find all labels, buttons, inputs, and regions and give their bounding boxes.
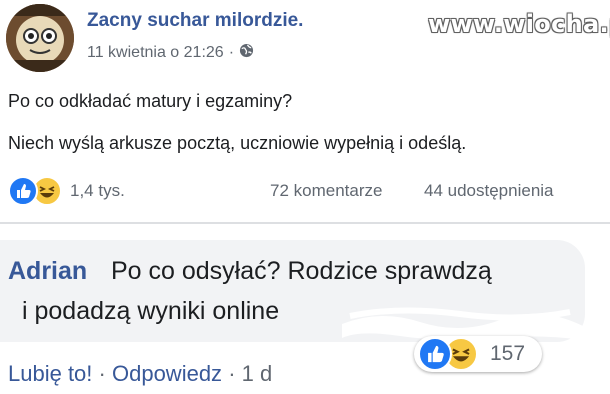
comments-count-link[interactable]: 72 komentarze: [270, 181, 382, 201]
post-meta: 11 kwietnia o 21:26 ·: [87, 43, 254, 63]
comment-age[interactable]: 1 d: [242, 361, 273, 386]
post-reactions[interactable]: 1,4 tys.: [8, 176, 125, 206]
comment-text-line-1: Po co odsyłać? Rodzice sprawdzą: [111, 257, 492, 285]
comment-reactions-count: 157: [490, 342, 526, 365]
comment-author-link[interactable]: Adrian: [8, 257, 87, 286]
post-timestamp[interactable]: 11 kwietnia o 21:26: [87, 44, 224, 62]
watermark: www.wiocha.pl: [428, 10, 610, 38]
comment-reactions[interactable]: 157: [414, 336, 542, 372]
comment-like-button[interactable]: Lubię to!: [8, 361, 92, 386]
post-text-line-1: Po co odkładać matury i egzaminy?: [8, 91, 293, 111]
comment-text-line-2: i podadzą wyniki online: [22, 297, 280, 325]
page-name-link[interactable]: Zacny suchar milordzie.: [87, 10, 303, 32]
meta-separator: ·: [228, 44, 235, 61]
avatar[interactable]: [6, 4, 74, 72]
actions-dot-2: ·: [228, 361, 236, 386]
divider: [0, 222, 610, 224]
actions-dot-1: ·: [98, 361, 106, 386]
comment-like-icon: [418, 337, 452, 371]
comment-actions: Lubię to! · Odpowiedz · 1 d: [8, 361, 272, 387]
globe-icon[interactable]: [239, 43, 254, 63]
avatar-image: [6, 4, 74, 72]
like-icon: [8, 176, 38, 206]
shares-count-link[interactable]: 44 udostępnienia: [424, 181, 554, 201]
reactions-count[interactable]: 1,4 tys.: [70, 181, 125, 201]
comment-reply-button[interactable]: Odpowiedz: [112, 361, 222, 386]
post-text-line-2: Niech wyślą arkusze pocztą, uczniowie wy…: [8, 133, 467, 153]
